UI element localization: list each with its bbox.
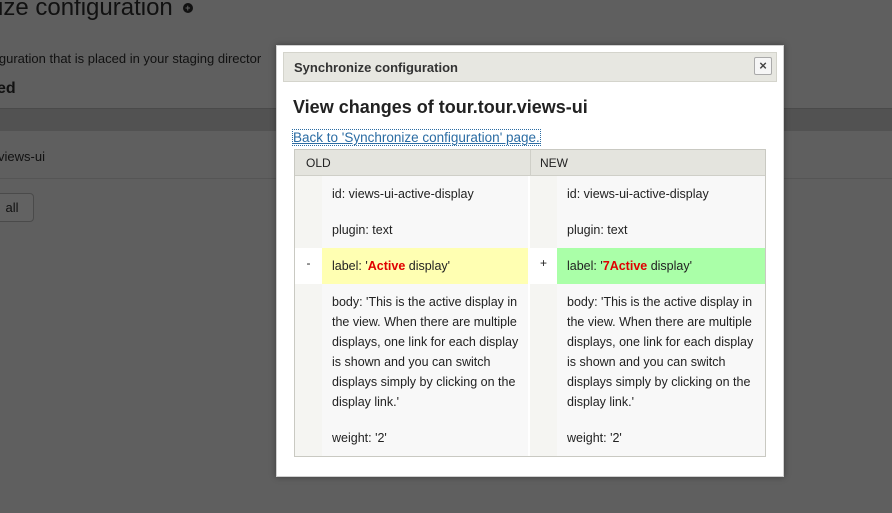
- add-icon[interactable]: +: [182, 3, 193, 13]
- gutter-new: [530, 176, 557, 212]
- header-divider: [530, 150, 531, 175]
- old-text: weight: '2': [332, 431, 387, 445]
- new-text: id: views-ui-active-display: [567, 187, 709, 201]
- import-all-button[interactable]: all: [0, 193, 34, 222]
- new-highlight: 7Active: [602, 259, 648, 273]
- sync-dialog: Synchronize configuration × View changes…: [276, 45, 784, 477]
- new-text: body: 'This is the active display in the…: [567, 295, 754, 409]
- new-prefix: label: ': [567, 259, 603, 273]
- page-title-text: ize configuration: [0, 0, 173, 21]
- old-text: body: 'This is the active display in the…: [332, 295, 519, 409]
- gutter-new: [530, 212, 557, 248]
- gutter-new: [530, 420, 557, 456]
- new-line: body: 'This is the active display in the…: [557, 284, 765, 420]
- old-text: id: views-ui-active-display: [332, 187, 474, 201]
- gutter-old: [295, 284, 322, 420]
- column-new: NEW: [540, 156, 568, 170]
- diff-table: OLD NEW id: views-ui-active-display id: …: [294, 149, 766, 457]
- page-title: ize configuration +: [0, 0, 193, 22]
- old-highlight: Active: [367, 259, 406, 273]
- diff-row-label: - label: 'Active display' + label: '7Act…: [295, 248, 765, 284]
- old-line: plugin: text: [322, 212, 528, 248]
- gutter-new: [530, 284, 557, 420]
- added-marker: +: [539, 256, 547, 270]
- diff-row-id: id: views-ui-active-display id: views-ui…: [295, 176, 765, 212]
- dialog-title: Synchronize configuration: [294, 60, 458, 75]
- page-description: iguration that is placed in your staging…: [0, 51, 262, 66]
- gutter-old: -: [295, 248, 322, 284]
- old-suffix: display': [405, 259, 451, 273]
- table-row: views-ui: [0, 149, 45, 164]
- new-suffix: display': [647, 259, 693, 273]
- old-line-removed: label: 'Active display': [322, 248, 528, 284]
- old-text: plugin: text: [332, 223, 393, 237]
- new-line: id: views-ui-active-display: [557, 176, 765, 212]
- gutter-old: [295, 420, 322, 456]
- new-line: plugin: text: [557, 212, 765, 248]
- dialog-titlebar[interactable]: Synchronize configuration ×: [283, 52, 777, 82]
- old-line: weight: '2': [322, 420, 528, 456]
- back-link[interactable]: Back to 'Synchronize configuration' page…: [292, 129, 541, 146]
- new-line-added: label: '7Active display': [557, 248, 765, 284]
- close-icon: ×: [759, 58, 767, 73]
- section-heading: ed: [0, 80, 16, 97]
- old-line: body: 'This is the active display in the…: [322, 284, 528, 420]
- diff-row-weight: weight: '2' weight: '2': [295, 420, 765, 456]
- view-heading: View changes of tour.tour.views-ui: [293, 97, 588, 117]
- old-prefix: label: ': [332, 259, 368, 273]
- diff-header: OLD NEW: [295, 150, 765, 176]
- new-text: weight: '2': [567, 431, 622, 445]
- column-old: OLD: [306, 156, 331, 170]
- gutter-old: [295, 212, 322, 248]
- gutter-new: +: [530, 248, 557, 284]
- diff-row-plugin: plugin: text plugin: text: [295, 212, 765, 248]
- old-line: id: views-ui-active-display: [322, 176, 528, 212]
- diff-row-body: body: 'This is the active display in the…: [295, 284, 765, 420]
- new-line: weight: '2': [557, 420, 765, 456]
- removed-marker: -: [306, 256, 311, 270]
- gutter-old: [295, 176, 322, 212]
- new-text: plugin: text: [567, 223, 628, 237]
- close-button[interactable]: ×: [754, 57, 772, 75]
